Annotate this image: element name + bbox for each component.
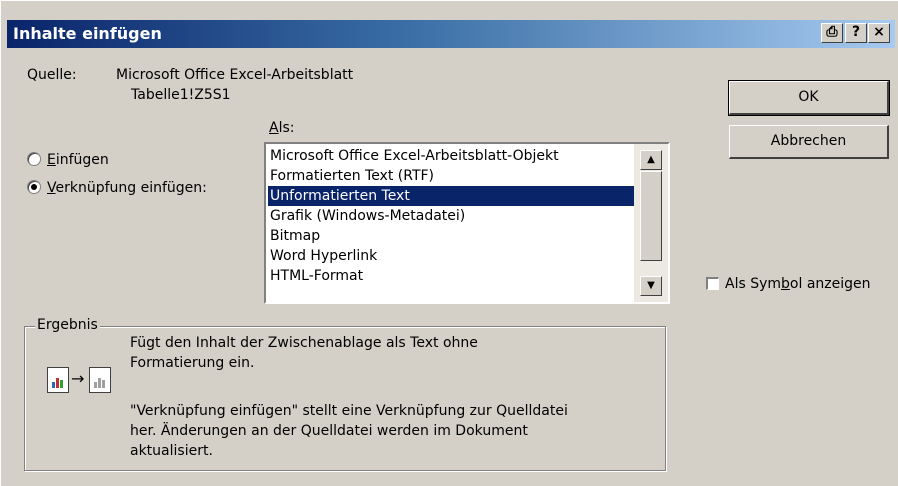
list-item[interactable]: Grafik (Windows-Metadatei) xyxy=(268,206,634,226)
radio-insert-link-label: Verknüpfung einfügen: xyxy=(47,180,207,196)
source-label: Quelle: xyxy=(27,67,77,83)
cancel-button[interactable]: Abbrechen xyxy=(729,125,889,159)
list-item[interactable]: Bitmap xyxy=(268,226,634,246)
close-button[interactable]: × xyxy=(868,23,890,43)
show-as-icon-checkbox[interactable]: Als Symbol anzeigen xyxy=(706,276,871,292)
list-item[interactable]: HTML-Format xyxy=(268,266,634,286)
dialog-title: Inhalte einfügen xyxy=(13,24,162,43)
ok-button[interactable]: OK xyxy=(728,80,890,116)
paste-special-dialog: Inhalte einfügen ⎙ ? × Quelle: Microsoft… xyxy=(0,0,898,486)
result-line-5: aktualisiert. xyxy=(130,443,213,459)
result-line-1: Fügt den Inhalt der Zwischenablage als T… xyxy=(130,335,478,351)
list-item[interactable]: Formatierten Text (RTF) xyxy=(268,166,634,186)
list-item[interactable]: Microsoft Office Excel-Arbeitsblatt-Obje… xyxy=(268,146,634,166)
result-group: Ergebnis → Fügt den Inhalt der Zwischena… xyxy=(24,317,666,471)
help-button[interactable]: ? xyxy=(845,23,867,43)
result-legend: Ergebnis xyxy=(35,317,100,333)
as-label: Als: xyxy=(269,120,295,136)
target-document-icon xyxy=(89,367,111,393)
arrow-icon: → xyxy=(71,369,85,388)
scroll-thumb[interactable] xyxy=(640,171,662,261)
listbox-scrollbar[interactable]: ▲ ▼ xyxy=(634,144,668,302)
result-line-2: Formatierung ein. xyxy=(130,355,255,371)
print-icon[interactable]: ⎙ xyxy=(821,23,843,43)
radio-insert-circle[interactable] xyxy=(27,152,41,166)
radio-insert[interactable]: Einfügen xyxy=(27,152,109,168)
list-item[interactable]: Word Hyperlink xyxy=(268,246,634,266)
source-value-line1: Microsoft Office Excel-Arbeitsblatt xyxy=(116,67,354,83)
result-line-3: "Verknüpfung einfügen" stellt eine Verkn… xyxy=(130,403,568,419)
list-item[interactable]: Unformatierten Text xyxy=(268,186,634,206)
source-value-line2: Tabelle1!Z5S1 xyxy=(131,87,231,103)
result-line-4: her. Änderungen an der Quelldatei werden… xyxy=(130,423,528,439)
paste-as-listbox[interactable]: Microsoft Office Excel-Arbeitsblatt-Obje… xyxy=(264,142,670,304)
radio-insert-link-circle[interactable] xyxy=(27,180,41,194)
scroll-up-arrow-icon[interactable]: ▲ xyxy=(640,150,662,170)
radio-insert-link[interactable]: Verknüpfung einfügen: xyxy=(27,180,207,196)
scroll-down-arrow-icon[interactable]: ▼ xyxy=(640,276,662,296)
show-as-icon-box[interactable] xyxy=(706,276,719,290)
radio-insert-label: Einfügen xyxy=(47,152,109,168)
show-as-icon-label: Als Symbol anzeigen xyxy=(725,276,871,292)
list-items: Microsoft Office Excel-Arbeitsblatt-Obje… xyxy=(268,146,634,286)
source-document-icon xyxy=(47,367,69,393)
title-bar: Inhalte einfügen ⎙ ? × xyxy=(7,20,895,48)
